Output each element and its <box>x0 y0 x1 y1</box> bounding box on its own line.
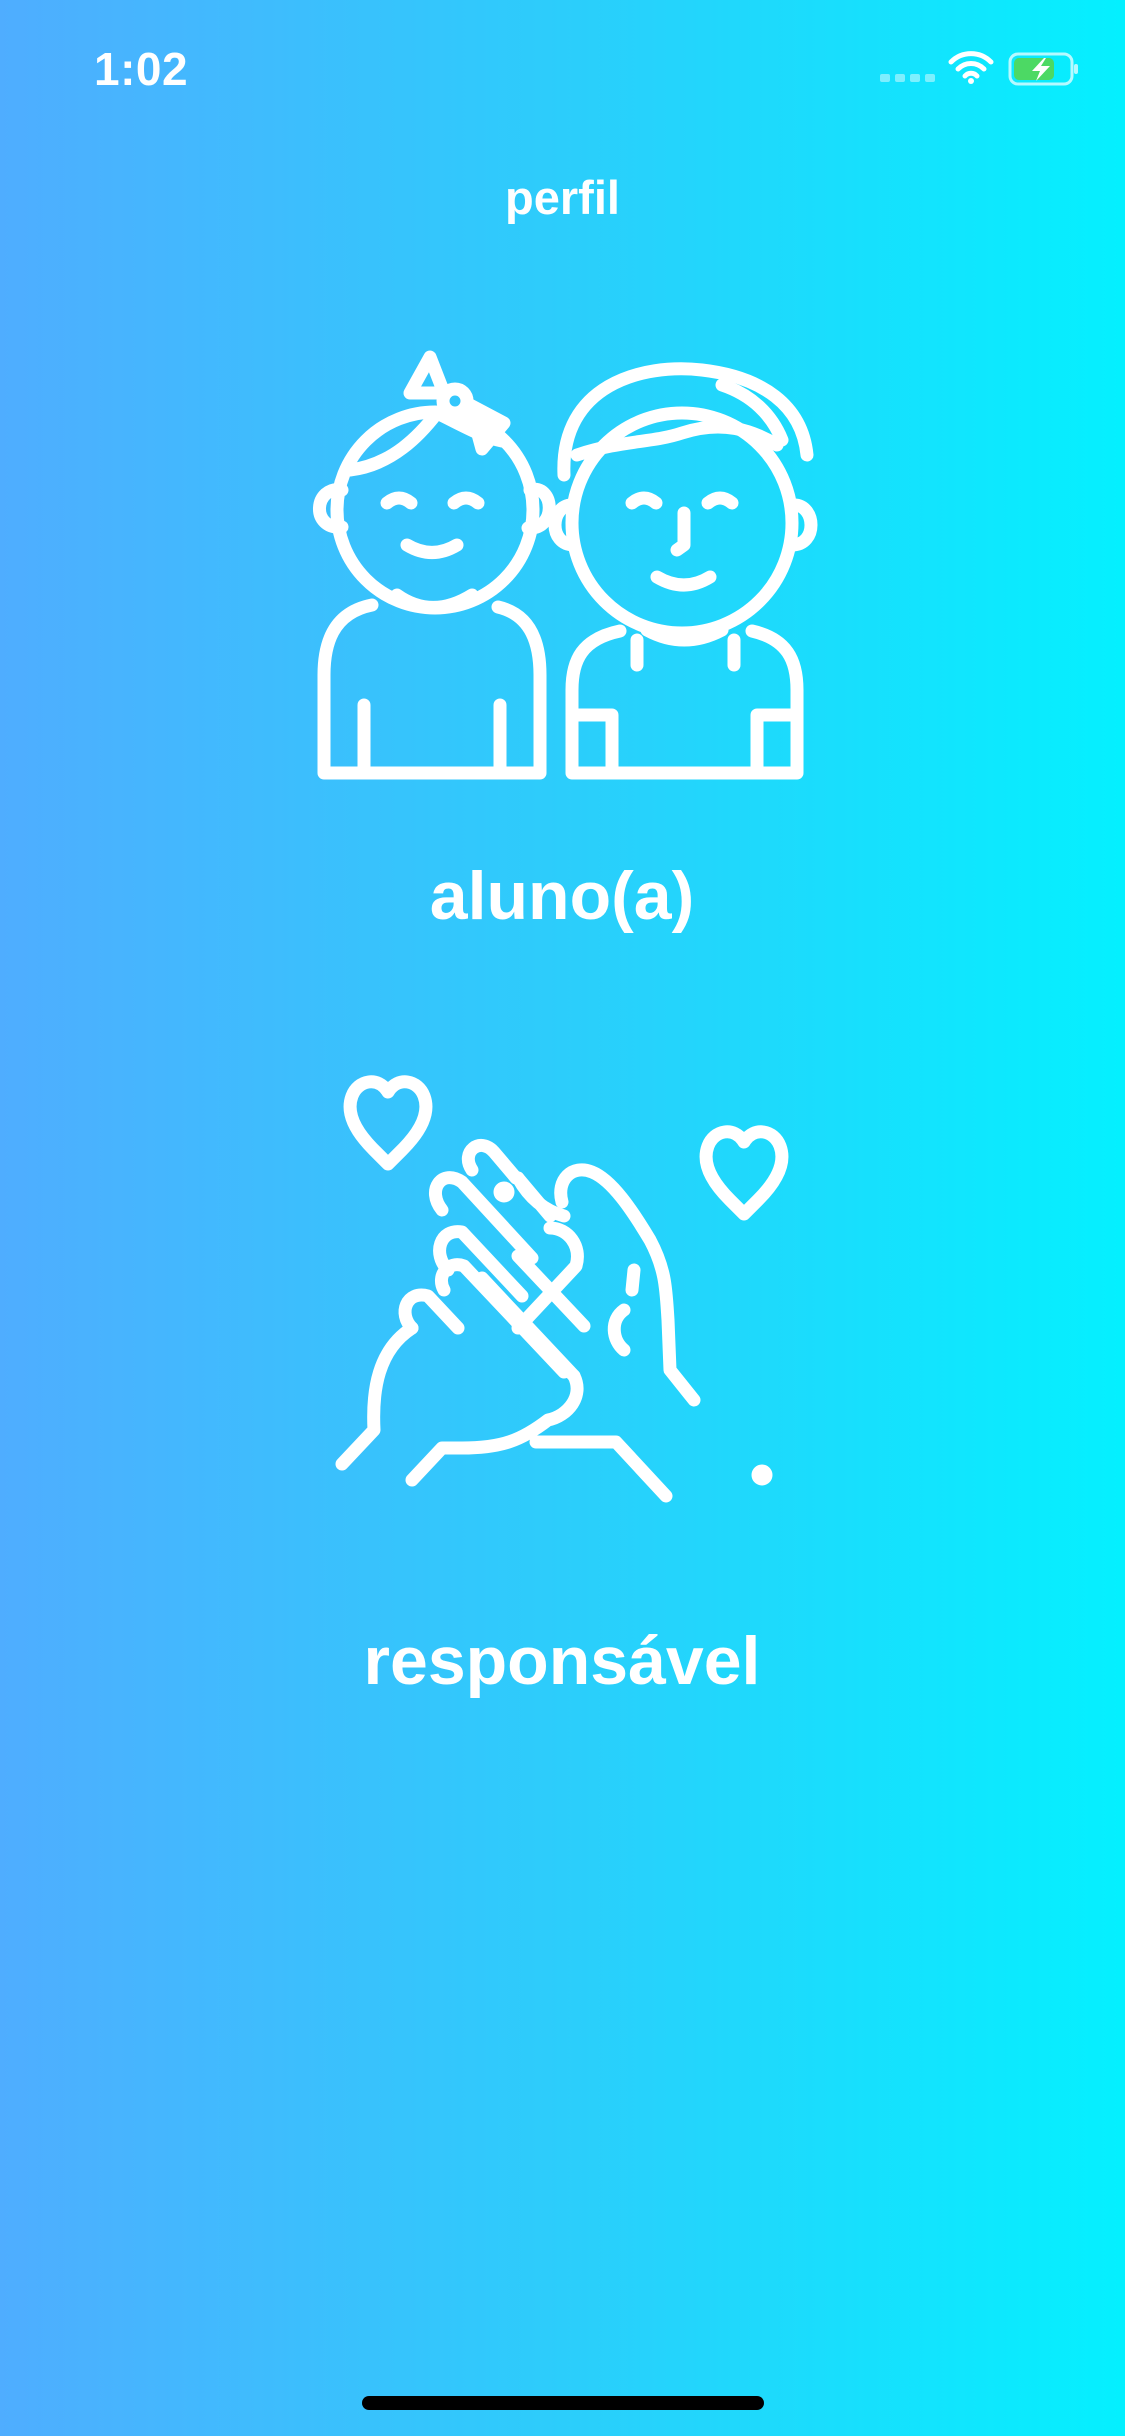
status-bar: 1:02 <box>0 0 1125 130</box>
home-indicator[interactable] <box>362 2396 764 2410</box>
children-icon <box>313 350 818 780</box>
wifi-icon <box>948 51 994 84</box>
page-title: perfil <box>505 171 620 224</box>
battery-charging-icon <box>1008 52 1078 86</box>
guardian-option[interactable]: responsável <box>262 1060 862 1700</box>
cellular-signal-icon <box>880 74 935 82</box>
status-time: 1:02 <box>94 43 189 95</box>
guardian-label: responsável <box>363 1623 761 1699</box>
student-label: aluno(a) <box>429 858 695 934</box>
student-option[interactable]: aluno(a) <box>262 345 862 945</box>
caring-hands-icon <box>335 1075 789 1503</box>
profile-screen: 1:02 perfil aluno(a) responsável <box>0 0 1125 2436</box>
